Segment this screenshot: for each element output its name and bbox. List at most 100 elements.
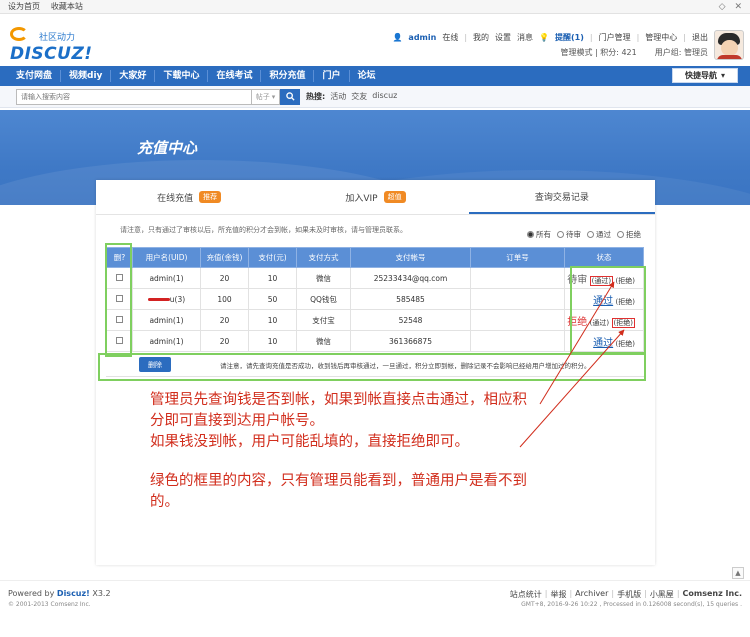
nav-item-video-diy[interactable]: 视频diy <box>61 70 112 82</box>
tab-transaction-records[interactable]: 查询交易记录 <box>468 180 655 214</box>
cell-credit: 20 <box>200 267 249 289</box>
hot-term[interactable]: 活动 <box>330 91 346 102</box>
search-button[interactable] <box>280 88 300 105</box>
user-group[interactable]: 用户组: 管理员 <box>655 47 708 58</box>
notice-text: 请注意，只有通过了审核以后，所充值的积分才会到帐，如果未及时审核，请与管理员联系… <box>120 226 407 234</box>
discuz-logo[interactable]: 社区动力 DISCUZ! <box>8 22 92 64</box>
site-header: 社区动力 DISCUZ! 👤 admin 在线 | 我的 设置 消息 💡 提醒(… <box>0 14 750 66</box>
hot-search-label: 热搜: <box>306 92 326 101</box>
discuz-link[interactable]: Discuz! <box>57 589 90 598</box>
cell-pay: 10 <box>248 267 297 289</box>
footer-link-blacklist[interactable]: 小黑屋 <box>650 589 674 600</box>
bookmark-link[interactable]: 收藏本站 <box>51 2 83 11</box>
portal-admin-link[interactable]: 门户管理 <box>599 32 631 43</box>
hot-term[interactable]: discuz <box>372 91 397 102</box>
tag-badge: 推荐 <box>199 191 222 203</box>
cell-account: 361366875 <box>350 330 471 352</box>
footer-link-archiver[interactable]: Archiver <box>575 589 608 600</box>
search-type-select[interactable]: 帖子 ▾ <box>252 88 280 105</box>
top-links: 设为首页 收藏本站 <box>8 1 91 12</box>
table-row: admin(1) 20 10 微信 361366875 通过 (拒绝) <box>106 330 644 352</box>
cell-order <box>470 330 565 352</box>
search-input[interactable] <box>21 92 251 101</box>
cell-pay: 10 <box>248 309 297 331</box>
col-account: 支付帐号 <box>350 247 471 268</box>
search-bar: 帖子 ▾ 热搜: 活动 交友 discuz <box>0 86 750 108</box>
logo-badge: 社区动力 <box>39 33 76 43</box>
tab-online-recharge[interactable]: 在线充值 推荐 <box>96 180 282 214</box>
footer: ▲ Powered by Discuz! X3.2 © 2001-2013 Co… <box>0 567 750 637</box>
bulb-icon: 💡 <box>539 33 549 42</box>
avatar[interactable] <box>714 30 744 60</box>
cell-user: u(3) <box>132 288 201 310</box>
admin-center-link[interactable]: 管理中心 <box>645 32 677 43</box>
cell-user: admin(1) <box>132 330 201 352</box>
nav-item-hello[interactable]: 大家好 <box>111 70 156 82</box>
hot-search: 热搜: 活动 交友 discuz <box>306 91 397 102</box>
table-row: admin(1) 20 10 微信 25233434@qq.com 待审 (通过… <box>106 267 644 289</box>
chevron-down-icon: ▾ <box>271 92 276 101</box>
logout-link[interactable]: 退出 <box>692 32 708 43</box>
cell-user: admin(1) <box>132 267 201 289</box>
footer-link-mobile[interactable]: 手机版 <box>617 589 641 600</box>
back-to-top-icon[interactable]: ▲ <box>732 567 744 579</box>
cell-account: 585485 <box>350 288 471 310</box>
cell-account: 52548 <box>350 309 471 331</box>
cell-credit: 20 <box>200 309 249 331</box>
search-box <box>16 88 252 105</box>
user-icon: 👤 <box>392 33 403 42</box>
footer-links: 站点统计 | 举报 | Archiver | 手机版 | 小黑屋 | Comsenz In… <box>509 589 742 600</box>
cell-order <box>470 267 565 289</box>
logo-swoosh-icon <box>10 27 28 41</box>
menu-my[interactable]: 我的 <box>473 32 489 43</box>
tab-join-vip[interactable]: 加入VIP 超值 <box>282 180 468 214</box>
restore-icon[interactable]: ◇ <box>719 2 726 12</box>
footer-link-stats[interactable]: 站点统计 <box>510 589 542 600</box>
quick-nav-button[interactable]: 快捷导航 ▾ <box>672 68 738 83</box>
admin-only-frame-action-row <box>98 353 646 381</box>
logo-text: DISCUZ! <box>10 44 93 64</box>
footer-link-report[interactable]: 举报 <box>550 589 566 600</box>
radio-icon <box>557 231 564 238</box>
menu-messages[interactable]: 消息 <box>517 32 533 43</box>
col-status: 状态 <box>564 247 644 268</box>
status-filter: 所有 待审 通过 拒绝 <box>527 229 641 240</box>
chevron-down-icon: ▾ <box>720 71 725 80</box>
col-credit: 充值(金钱) <box>200 247 249 268</box>
menu-settings[interactable]: 设置 <box>495 32 511 43</box>
annotation-text: 管理员先查询钱是否到帐，如果到帐直接点击通过，相应积 分即可直接到达用户帐号。 … <box>150 392 527 510</box>
filter-pending[interactable]: 待审 <box>557 229 581 240</box>
online-status[interactable]: 在线 <box>442 32 458 43</box>
admin-mode-link[interactable]: 管理模式 | 积分: 421 <box>560 47 636 58</box>
radio-icon <box>527 231 534 238</box>
set-homepage-link[interactable]: 设为首页 <box>8 2 40 11</box>
alert-link[interactable]: 提醒(1) <box>555 32 584 43</box>
redaction-mark <box>147 298 170 301</box>
nav-item-pay-disk[interactable]: 支付网盘 <box>8 70 62 82</box>
nav-item-portal[interactable]: 门户 <box>314 70 350 82</box>
cell-user: admin(1) <box>132 309 201 331</box>
nav-item-recharge[interactable]: 积分充值 <box>261 70 315 82</box>
close-icon[interactable]: ✕ <box>734 2 742 12</box>
nav-item-forum[interactable]: 论坛 <box>350 70 384 82</box>
admin-only-frame-status-column <box>570 266 646 354</box>
cell-pay: 10 <box>248 330 297 352</box>
cell-method: 支付宝 <box>296 309 351 331</box>
filter-approved[interactable]: 通过 <box>587 229 611 240</box>
username-link[interactable]: admin <box>408 33 436 42</box>
radio-icon <box>587 231 594 238</box>
filter-rejected[interactable]: 拒绝 <box>617 229 641 240</box>
col-pay: 支付(元) <box>248 247 297 268</box>
nav-item-download[interactable]: 下载中心 <box>155 70 209 82</box>
filter-all[interactable]: 所有 <box>527 229 551 240</box>
cell-method: 微信 <box>296 267 351 289</box>
footer-company-link[interactable]: Comsenz Inc. <box>683 589 742 600</box>
main-nav: 支付网盘 视频diy 大家好 下载中心 在线考试 积分充值 门户 论坛 快捷导航… <box>0 66 750 86</box>
col-user: 用户名(UID) <box>132 247 201 268</box>
user-bar: 👤 admin 在线 | 我的 设置 消息 💡 提醒(1) | 门户管理 | 管… <box>392 32 708 43</box>
cell-method: QQ钱包 <box>296 288 351 310</box>
table-row: admin(1) 20 10 支付宝 52548 拒绝 (通过) (拒绝) <box>106 309 644 331</box>
tag-badge: 超值 <box>383 191 406 203</box>
nav-item-exam[interactable]: 在线考试 <box>208 70 262 82</box>
hot-term[interactable]: 交友 <box>351 91 367 102</box>
